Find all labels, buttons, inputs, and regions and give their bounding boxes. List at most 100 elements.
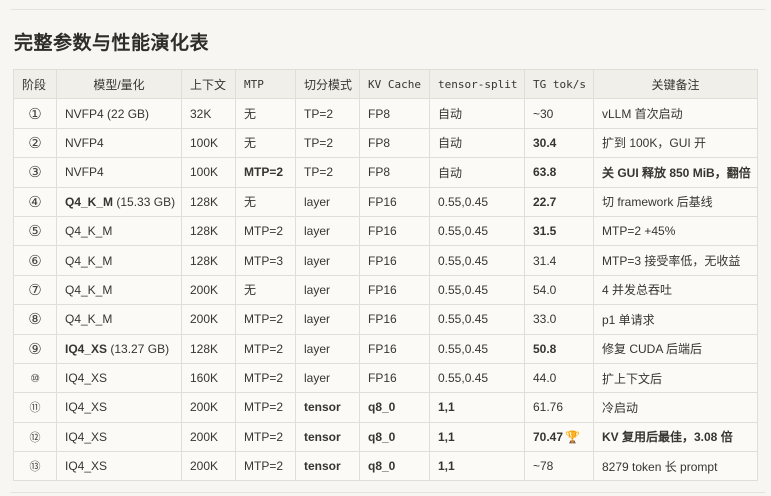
note-cell: MTP=3 接受率低，无收益 <box>593 245 758 276</box>
tensor-split-cell: 自动 <box>429 157 525 188</box>
context-cell: 128K <box>181 245 236 276</box>
col-header-split-mode: 切分模式 <box>295 68 360 100</box>
kv-cache-cell: FP16 <box>359 245 430 276</box>
col-header-mtp: MTP <box>235 68 296 100</box>
note-cell: 8279 token 长 prompt <box>593 451 758 482</box>
mtp-cell: MTP=2 <box>235 304 296 335</box>
model-name: IQ4_XS <box>65 341 108 356</box>
stage-cell: ⑥ <box>13 245 57 276</box>
model-size: (13.27 GB) <box>110 341 170 356</box>
split-mode-cell: TP=2 <box>295 98 360 129</box>
tg-cell: 70.47 🏆 <box>524 421 594 453</box>
split-mode-cell: TP=2 <box>295 157 360 188</box>
note-cell: 切 framework 后基线 <box>593 186 758 217</box>
col-header-model: 模型/量化 <box>56 68 182 100</box>
mtp-cell: 无 <box>235 186 296 217</box>
tg-cell: 50.8 <box>524 333 594 364</box>
split-mode-cell: TP=2 <box>295 127 360 159</box>
table-row: ③ NVFP4 100K MTP=2 TP=2 FP8 自动 63.8 关 GU… <box>13 157 758 188</box>
tg-cell: 54.0 <box>524 274 594 306</box>
note-cell: KV 复用后最佳，3.08 倍 <box>593 421 758 453</box>
table-row: ⑬ IQ4_XS 200K MTP=2 tensor q8_0 1,1 ~78 … <box>13 451 758 482</box>
tensor-split-cell: 1,1 <box>429 451 525 482</box>
note-cell: 扩上下文后 <box>593 362 758 394</box>
model-cell: Q4_K_M <box>56 304 182 335</box>
split-mode-cell: layer <box>295 245 360 276</box>
mtp-cell: MTP=2 <box>235 333 296 364</box>
mtp-cell: 无 <box>235 98 296 129</box>
model-cell: NVFP4 (22 GB) <box>56 98 182 129</box>
mtp-cell: 无 <box>235 127 296 159</box>
table-row: ⑧ Q4_K_M 200K MTP=2 layer FP16 0.55,0.45… <box>13 304 758 335</box>
stage-cell: ⑪ <box>13 392 57 423</box>
col-header-context: 上下文 <box>181 68 236 100</box>
table-row: ⑤ Q4_K_M 128K MTP=2 layer FP16 0.55,0.45… <box>13 215 758 247</box>
split-mode-cell: layer <box>295 304 360 335</box>
tensor-split-cell: 0.55,0.45 <box>429 215 525 247</box>
mtp-cell: MTP=2 <box>235 451 296 482</box>
table-row: ② NVFP4 100K 无 TP=2 FP8 自动 30.4 扩到 100K，… <box>13 127 758 159</box>
stage-cell: ② <box>13 127 57 159</box>
model-cell: NVFP4 <box>56 157 182 188</box>
model-name: Q4_K_M <box>65 194 114 209</box>
stage-cell: ⑩ <box>13 362 57 394</box>
stage-cell: ④ <box>13 186 57 217</box>
tg-cell: 44.0 <box>524 362 594 394</box>
context-cell: 200K <box>181 451 236 482</box>
model-cell: IQ4_XS <box>56 362 182 394</box>
model-size: (15.33 GB) <box>116 194 176 209</box>
split-mode-cell: layer <box>295 186 360 217</box>
context-cell: 100K <box>181 127 236 159</box>
table-header-row: 阶段 模型/量化 上下文 MTP 切分模式 KV Cache tensor-sp… <box>13 68 758 100</box>
model-cell: IQ4_XS <box>56 451 182 482</box>
stage-cell: ⑤ <box>13 215 57 247</box>
mtp-cell: 无 <box>235 274 296 306</box>
tensor-split-cell: 0.55,0.45 <box>429 274 525 306</box>
tg-cell: ~78 <box>524 451 594 482</box>
tensor-split-cell: 自动 <box>429 127 525 159</box>
kv-cache-cell: FP8 <box>359 98 430 129</box>
split-mode-cell: tensor <box>295 392 360 423</box>
context-cell: 200K <box>181 392 236 423</box>
evolution-table: 阶段 模型/量化 上下文 MTP 切分模式 KV Cache tensor-sp… <box>13 68 758 482</box>
tensor-split-cell: 1,1 <box>429 392 525 423</box>
tg-cell: 22.7 <box>524 186 594 217</box>
trophy-icon: 🏆 <box>565 429 580 444</box>
table-row: ⑩ IQ4_XS 160K MTP=2 layer FP16 0.55,0.45… <box>13 362 758 394</box>
table-row: ⑪ IQ4_XS 200K MTP=2 tensor q8_0 1,1 61.7… <box>13 392 758 423</box>
kv-cache-cell: FP16 <box>359 362 430 394</box>
tg-cell: 61.76 <box>524 392 594 423</box>
mtp-cell: MTP=2 <box>235 392 296 423</box>
kv-cache-cell: FP16 <box>359 274 430 306</box>
tensor-split-cell: 自动 <box>429 98 525 129</box>
kv-cache-cell: FP16 <box>359 215 430 247</box>
col-header-kv-cache: KV Cache <box>359 68 430 100</box>
note-cell: 扩到 100K，GUI 开 <box>593 127 758 159</box>
note-cell: 修复 CUDA 后端后 <box>593 333 758 364</box>
split-mode-cell: layer <box>295 333 360 364</box>
context-cell: 32K <box>181 98 236 129</box>
context-cell: 100K <box>181 157 236 188</box>
tensor-split-cell: 0.55,0.45 <box>429 245 525 276</box>
tensor-split-cell: 0.55,0.45 <box>429 333 525 364</box>
tensor-split-cell: 1,1 <box>429 421 525 453</box>
stage-cell: ③ <box>13 157 57 188</box>
context-cell: 160K <box>181 362 236 394</box>
model-cell: NVFP4 <box>56 127 182 159</box>
stage-cell: ⑫ <box>13 421 57 453</box>
mtp-cell: MTP=3 <box>235 245 296 276</box>
model-cell: Q4_K_M (15.33 GB) <box>56 186 182 217</box>
split-mode-cell: layer <box>295 362 360 394</box>
context-cell: 200K <box>181 274 236 306</box>
stage-cell: ⑦ <box>13 274 57 306</box>
stage-cell: ⑧ <box>13 304 57 335</box>
col-header-tg: TG tok/s <box>524 68 594 100</box>
kv-cache-cell: FP16 <box>359 333 430 364</box>
table-row: ⑫ IQ4_XS 200K MTP=2 tensor q8_0 1,1 70.4… <box>13 421 758 453</box>
note-cell: 关 GUI 释放 850 MiB，翻倍 <box>593 157 758 188</box>
col-header-tensor-split: tensor-split <box>429 68 525 100</box>
kv-cache-cell: q8_0 <box>359 392 430 423</box>
split-mode-cell: tensor <box>295 421 360 453</box>
context-cell: 128K <box>181 215 236 247</box>
context-cell: 200K <box>181 421 236 453</box>
